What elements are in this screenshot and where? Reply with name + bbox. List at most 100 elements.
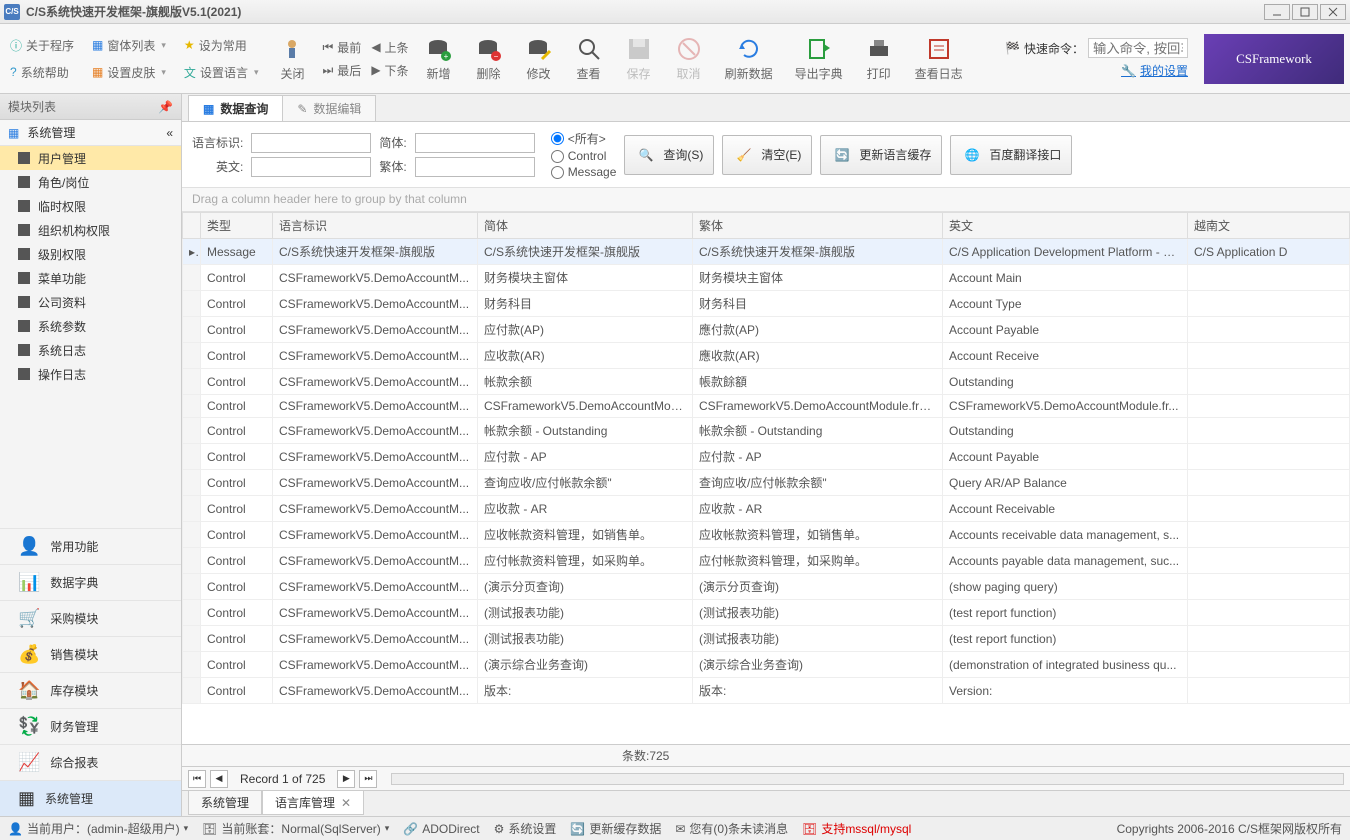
- close-button[interactable]: [1320, 4, 1346, 20]
- col-header[interactable]: 繁体: [693, 213, 943, 239]
- table-row[interactable]: ControlCSFrameworkV5.DemoAccountM...应收帐款…: [183, 522, 1350, 548]
- delete-button[interactable]: −删除: [469, 33, 509, 84]
- table-row[interactable]: ControlCSFrameworkV5.DemoAccountM...版本:版…: [183, 678, 1350, 704]
- clear-button[interactable]: 🧹清空(E): [722, 135, 812, 175]
- status-msg[interactable]: ✉您有(0)条未读消息: [675, 820, 788, 837]
- table-row[interactable]: ControlCSFrameworkV5.DemoAccountM...应付款(…: [183, 317, 1350, 343]
- status-settings[interactable]: ⚙系统设置: [494, 820, 557, 837]
- table-row[interactable]: ControlCSFrameworkV5.DemoAccountM...查询应收…: [183, 470, 1350, 496]
- sidebar-item-3[interactable]: 组织机构权限: [0, 218, 181, 242]
- col-header[interactable]: 越南文: [1188, 213, 1350, 239]
- pager-prev[interactable]: ◀: [210, 770, 228, 788]
- baidu-button[interactable]: 🌐百度翻译接口: [950, 135, 1072, 175]
- bignav-4[interactable]: 🏠库存模块: [0, 672, 181, 708]
- prev-button[interactable]: ◀上条: [371, 39, 408, 56]
- col-header[interactable]: 简体: [478, 213, 693, 239]
- sidebar-item-4[interactable]: 级别权限: [0, 242, 181, 266]
- table-row[interactable]: ControlCSFrameworkV5.DemoAccountM...帐款余额…: [183, 418, 1350, 444]
- sidebar-item-0[interactable]: 用户管理: [0, 146, 181, 170]
- first-button[interactable]: ⏮最前: [322, 39, 361, 56]
- sidebar-item-2[interactable]: 临时权限: [0, 194, 181, 218]
- mysetting-link[interactable]: 🔧我的设置: [1121, 62, 1188, 79]
- setlang-button[interactable]: 文设置语言▾: [180, 62, 263, 83]
- table-row[interactable]: ControlCSFrameworkV5.DemoAccountM...财务模块…: [183, 265, 1350, 291]
- view-button[interactable]: 查看: [569, 33, 609, 84]
- quickcmd-input[interactable]: [1088, 38, 1188, 58]
- eng-input[interactable]: [251, 157, 371, 177]
- pager-first[interactable]: ⏮: [188, 770, 206, 788]
- table-row[interactable]: ControlCSFrameworkV5.DemoAccountM...(演示综…: [183, 652, 1350, 678]
- bignav-5[interactable]: 💱财务管理: [0, 708, 181, 744]
- modify-button[interactable]: 修改: [519, 33, 559, 84]
- table-row[interactable]: ControlCSFrameworkV5.DemoAccountM...财务科目…: [183, 291, 1350, 317]
- update-cache-button[interactable]: 🔄更新语言缓存: [820, 135, 942, 175]
- table-row[interactable]: ▸MessageC/S系统快速开发框架-旗舰版C/S系统快速开发框架-旗舰版C/…: [183, 239, 1350, 265]
- status-ado[interactable]: 🔗ADODirect: [403, 822, 479, 836]
- close-icon[interactable]: ✕: [341, 796, 351, 810]
- radio-all[interactable]: <所有>: [551, 130, 617, 147]
- last-button[interactable]: ⏭最后: [322, 62, 361, 79]
- data-grid[interactable]: 类型语言标识简体繁体英文越南文 ▸MessageC/S系统快速开发框架-旗舰版C…: [182, 212, 1350, 744]
- status-db[interactable]: 🗄支持mssql/mysql: [802, 820, 911, 837]
- trad-input[interactable]: [415, 157, 535, 177]
- skin-icon: ▦: [92, 65, 103, 79]
- radio-message[interactable]: Message: [551, 165, 617, 179]
- export-button[interactable]: 导出字典: [789, 33, 849, 84]
- about-button[interactable]: ⓘ关于程序: [6, 35, 78, 56]
- print-button[interactable]: 打印: [859, 33, 899, 84]
- bignav-3[interactable]: 💰销售模块: [0, 636, 181, 672]
- bignav-1[interactable]: 📊数据字典: [0, 564, 181, 600]
- simp-input[interactable]: [415, 133, 535, 153]
- table-row[interactable]: ControlCSFrameworkV5.DemoAccountM...应付帐款…: [183, 548, 1350, 574]
- table-row[interactable]: ControlCSFrameworkV5.DemoAccountM...(测试报…: [183, 626, 1350, 652]
- pager-next[interactable]: ▶: [337, 770, 355, 788]
- bignav-0[interactable]: 👤常用功能: [0, 528, 181, 564]
- table-row[interactable]: ControlCSFrameworkV5.DemoAccountM...(测试报…: [183, 600, 1350, 626]
- table-row[interactable]: ControlCSFrameworkV5.DemoAccountM...(演示分…: [183, 574, 1350, 600]
- bignav-6[interactable]: 📈综合报表: [0, 744, 181, 780]
- sidebar-item-8[interactable]: 系统日志: [0, 338, 181, 362]
- query-button[interactable]: 🔍查询(S): [624, 135, 714, 175]
- hscrollbar[interactable]: [391, 773, 1344, 785]
- maximize-button[interactable]: [1292, 4, 1318, 20]
- table-row[interactable]: ControlCSFrameworkV5.DemoAccountM...应收款 …: [183, 496, 1350, 522]
- sidebar-item-7[interactable]: 系统参数: [0, 314, 181, 338]
- table-row[interactable]: ControlCSFrameworkV5.DemoAccountM...应付款 …: [183, 444, 1350, 470]
- setdefault-button[interactable]: ★设为常用: [180, 35, 263, 56]
- status-cache[interactable]: 🔄更新缓存数据: [570, 820, 661, 837]
- table-row[interactable]: ControlCSFrameworkV5.DemoAccountM...CSFr…: [183, 395, 1350, 418]
- col-header[interactable]: 英文: [943, 213, 1188, 239]
- sidebar-item-1[interactable]: 角色/岗位: [0, 170, 181, 194]
- col-header[interactable]: 类型: [201, 213, 273, 239]
- btab-langmgr[interactable]: 语言库管理✕: [262, 791, 364, 815]
- syshelp-button[interactable]: ?系统帮助: [6, 62, 78, 83]
- bignav-2[interactable]: 🛒采购模块: [0, 600, 181, 636]
- next-button[interactable]: ▶下条: [371, 62, 408, 79]
- tab-data-edit[interactable]: ✎数据编辑: [282, 95, 376, 121]
- close-tab-button[interactable]: 关闭: [272, 33, 312, 84]
- pin-icon[interactable]: 📌: [158, 100, 173, 114]
- chevron-left-icon: «: [166, 126, 173, 140]
- sidebar-item-9[interactable]: 操作日志: [0, 362, 181, 386]
- lang-input[interactable]: [251, 133, 371, 153]
- table-row[interactable]: ControlCSFrameworkV5.DemoAccountM...应收款(…: [183, 343, 1350, 369]
- pager-last[interactable]: ⏭: [359, 770, 377, 788]
- table-row[interactable]: ControlCSFrameworkV5.DemoAccountM...帐款余额…: [183, 369, 1350, 395]
- tab-data-query[interactable]: ▦数据查询: [188, 95, 283, 121]
- sidebar-item-6[interactable]: 公司资料: [0, 290, 181, 314]
- minimize-button[interactable]: [1264, 4, 1290, 20]
- setskin-button[interactable]: ▦设置皮肤▾: [88, 62, 170, 83]
- sidebar-category[interactable]: ▦系统管理«: [0, 120, 181, 146]
- btab-sysmgr[interactable]: 系统管理: [188, 791, 262, 815]
- add-button[interactable]: +新增: [419, 33, 459, 84]
- radio-control[interactable]: Control: [551, 149, 617, 163]
- col-header[interactable]: 语言标识: [273, 213, 478, 239]
- sidebar-item-5[interactable]: 菜单功能: [0, 266, 181, 290]
- refresh-button[interactable]: 刷新数据: [719, 33, 779, 84]
- group-panel[interactable]: Drag a column header here to group by th…: [182, 188, 1350, 212]
- viewlog-button[interactable]: 查看日志: [909, 33, 969, 84]
- windowlist-button[interactable]: ▦窗体列表▾: [88, 35, 170, 56]
- status-account[interactable]: 🗄当前账套：Normal(SqlServer)▾: [202, 820, 389, 837]
- bignav-7[interactable]: ▦系统管理: [0, 780, 181, 816]
- status-user[interactable]: 👤当前用户：(admin-超级用户)▾: [8, 820, 188, 837]
